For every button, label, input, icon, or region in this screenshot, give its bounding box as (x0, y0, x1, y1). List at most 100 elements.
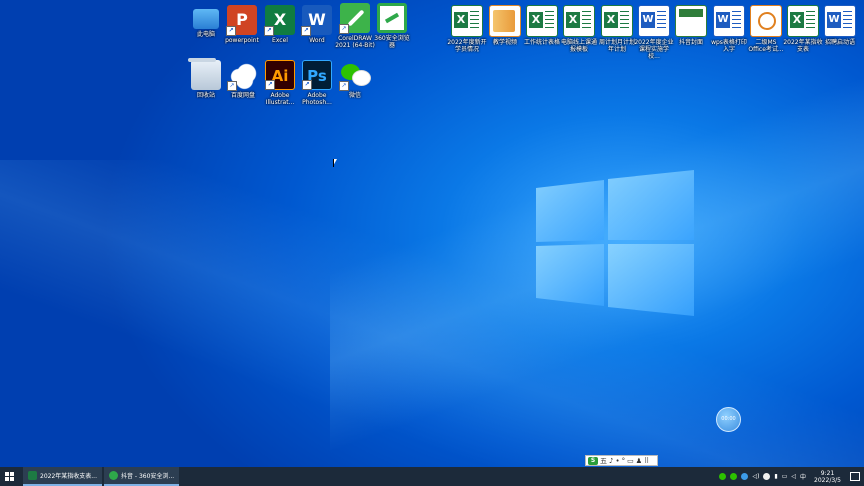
desktop-icon-excel[interactable]: X ↗ Excel (260, 5, 300, 44)
desktop-file-xls[interactable]: 2022年度新开学员情况 (447, 5, 487, 53)
desktop-icon-word[interactable]: W ↗ Word (297, 5, 337, 44)
taskbar-item-excel[interactable]: 2022年某指收支表... (23, 467, 102, 486)
speaker-icon[interactable]: ◁ (791, 473, 796, 480)
desktop-icon-this-pc[interactable]: 此电脑 (186, 5, 226, 38)
shortcut-arrow-icon: ↗ (265, 80, 275, 90)
desktop-icon-label: 招聘启动语 (824, 39, 855, 46)
security-tray-icon[interactable] (763, 473, 771, 480)
ime-punctuation-icon[interactable]: • (615, 457, 619, 465)
clock-time: 9:21 (820, 469, 835, 477)
ime-indicator[interactable]: 中 (800, 472, 806, 481)
shortcut-arrow-icon: ↗ (302, 80, 312, 90)
excel-file-icon (563, 5, 595, 37)
desktop-icon-coreldraw[interactable]: ↗ CorelDRAW 2021 (64-Bit) (335, 3, 375, 49)
float-ball-text: 00:00 (721, 416, 736, 422)
desktop-file-image[interactable]: 抖音封面 (671, 5, 711, 46)
windows-logo-wallpaper (536, 170, 694, 316)
desktop-icon-label: 电脑线上课通报模板 (560, 39, 597, 53)
ime-user-icon[interactable]: ♟ (636, 457, 642, 465)
taskbar-item-label: 2022年某指收支表... (40, 473, 97, 480)
desktop-icon-photoshop[interactable]: Ps ↗ Adobe Photosh... (297, 60, 337, 106)
desktop-icon-label: CorelDRAW 2021 (64-Bit) (335, 35, 375, 49)
excel-file-icon (451, 5, 483, 37)
desktop-file-xls[interactable]: 周计划月计划年计划 (597, 5, 637, 53)
excel-file-icon (526, 5, 558, 37)
wechat-tray-icon[interactable] (719, 473, 727, 480)
desktop-icon-label: Adobe Photosh... (302, 92, 332, 106)
desktop-file-doc[interactable]: 招聘启动语 (820, 5, 860, 46)
desktop-icon-label: 百度网盘 (230, 92, 255, 99)
image-file-icon (675, 5, 707, 37)
desktop-icon-powerpoint[interactable]: P ↗ powerpoint (222, 5, 262, 44)
shortcut-arrow-icon: ↗ (264, 26, 274, 36)
desktop-file-doc[interactable]: 2022年度企业课程实施学校... (634, 5, 674, 60)
certificate-file-icon (750, 5, 782, 37)
360-browser-icon (377, 3, 407, 33)
desktop-icon-wechat[interactable]: ↗ 微信 (335, 60, 375, 99)
desktop-icon-label: Word (309, 37, 325, 44)
clock-date: 2022/3/5 (814, 476, 841, 484)
desktop-file-xls[interactable]: 工作统计表格 (522, 5, 562, 46)
desktop-file-doc[interactable]: wps表格打印入字 (709, 5, 749, 53)
desktop-file-certificate[interactable]: 二级MS Office考试... (746, 5, 786, 53)
wechat-icon: ↗ (339, 60, 371, 91)
excel-file-icon (787, 5, 819, 37)
wechat-tray-icon[interactable] (730, 473, 738, 480)
photoshop-icon: Ps ↗ (302, 60, 332, 90)
desktop-icon-baidu-netdisk[interactable]: ↗ 百度网盘 (223, 60, 263, 99)
word-file-icon (638, 5, 670, 37)
desktop-icon-label: 2022年某指收支表 (783, 39, 823, 53)
desktop-icon-illustrator[interactable]: Ai ↗ Adobe Illustrat... (260, 60, 300, 106)
desktop-icon-label: 周计划月计划年计划 (598, 39, 635, 53)
wallpaper-light-beam (0, 160, 864, 480)
ime-toolbar[interactable]: S 五 ♪ • ° ▭ ♟ ⠿ (585, 455, 658, 466)
sogou-ime-logo-icon: S (588, 456, 598, 465)
shortcut-arrow-icon: ↗ (226, 26, 236, 36)
desktop-icon-label: 回收站 (196, 92, 215, 99)
shortcut-arrow-icon: ↗ (339, 81, 349, 91)
ime-keyboard-icon[interactable]: ▭ (627, 457, 634, 465)
powerpoint-icon: P ↗ (226, 5, 257, 36)
shortcut-arrow-icon: ↗ (301, 26, 311, 36)
desktop-icon-label: 二级MS Office考试... (748, 39, 784, 53)
desktop-icon-label: 360安全浏览器 (374, 35, 410, 49)
ime-mode-button[interactable]: 五 (600, 456, 607, 466)
desktop-icon-label: wps表格打印入字 (711, 39, 747, 53)
word-file-icon (713, 5, 745, 37)
desktop-icon-recycle-bin[interactable]: 回收站 (186, 58, 226, 99)
360-browser-icon (109, 471, 118, 480)
ime-grid-icon[interactable]: ⠿ (644, 457, 649, 465)
desktop-icon-label: 此电脑 (196, 31, 215, 38)
desktop-icon-label: 2022年度企业课程实施学校... (634, 39, 674, 60)
desktop-icon-label: 抖音封面 (678, 39, 703, 46)
ime-moon-icon[interactable]: ♪ (609, 457, 613, 465)
desktop-icon-label: powerpoint (225, 37, 259, 44)
recycle-bin-icon (188, 58, 221, 90)
microphone-icon[interactable]: ▮ (774, 473, 777, 480)
volume-icon[interactable]: ◁) (752, 473, 759, 480)
taskbar-item-360-browser[interactable]: 抖音 - 360安全浏... (104, 467, 180, 486)
notification-center-icon[interactable] (850, 472, 860, 481)
clock[interactable]: 9:21 2022/3/5 (814, 470, 841, 484)
desktop-file-xls[interactable]: 2022年某指收支表 (783, 5, 823, 53)
cloud-tray-icon[interactable] (741, 473, 749, 480)
excel-file-icon (601, 5, 633, 37)
illustrator-icon: Ai ↗ (265, 60, 295, 90)
ime-fullwidth-icon[interactable]: ° (622, 457, 626, 465)
desktop-icon-label: Excel (272, 37, 288, 44)
desktop-folder[interactable]: 教学视频 (485, 5, 525, 46)
desktop-file-xls[interactable]: 电脑线上课通报模板 (559, 5, 599, 53)
desktop-icon-360-browser[interactable]: 360安全浏览器 (372, 3, 412, 49)
shortcut-arrow-icon: ↗ (227, 81, 237, 91)
computer-icon (193, 9, 219, 29)
desktop-icon-label: 工作统计表格 (523, 39, 560, 46)
taskbar: 2022年某指收支表... 抖音 - 360安全浏... ◁) ▮ ▭ ◁ 中 … (0, 467, 864, 486)
mouse-cursor-icon (333, 159, 337, 167)
floating-assistant-ball[interactable]: 00:00 (716, 407, 741, 432)
system-tray: ◁) ▮ ▭ ◁ 中 9:21 2022/3/5 (719, 470, 864, 484)
desktop-icon-label: 2022年度新开学员情况 (447, 39, 487, 53)
coreldraw-icon: ↗ (339, 3, 370, 34)
folder-icon (489, 5, 521, 37)
start-button[interactable] (0, 467, 19, 486)
network-icon[interactable]: ▭ (782, 473, 788, 480)
